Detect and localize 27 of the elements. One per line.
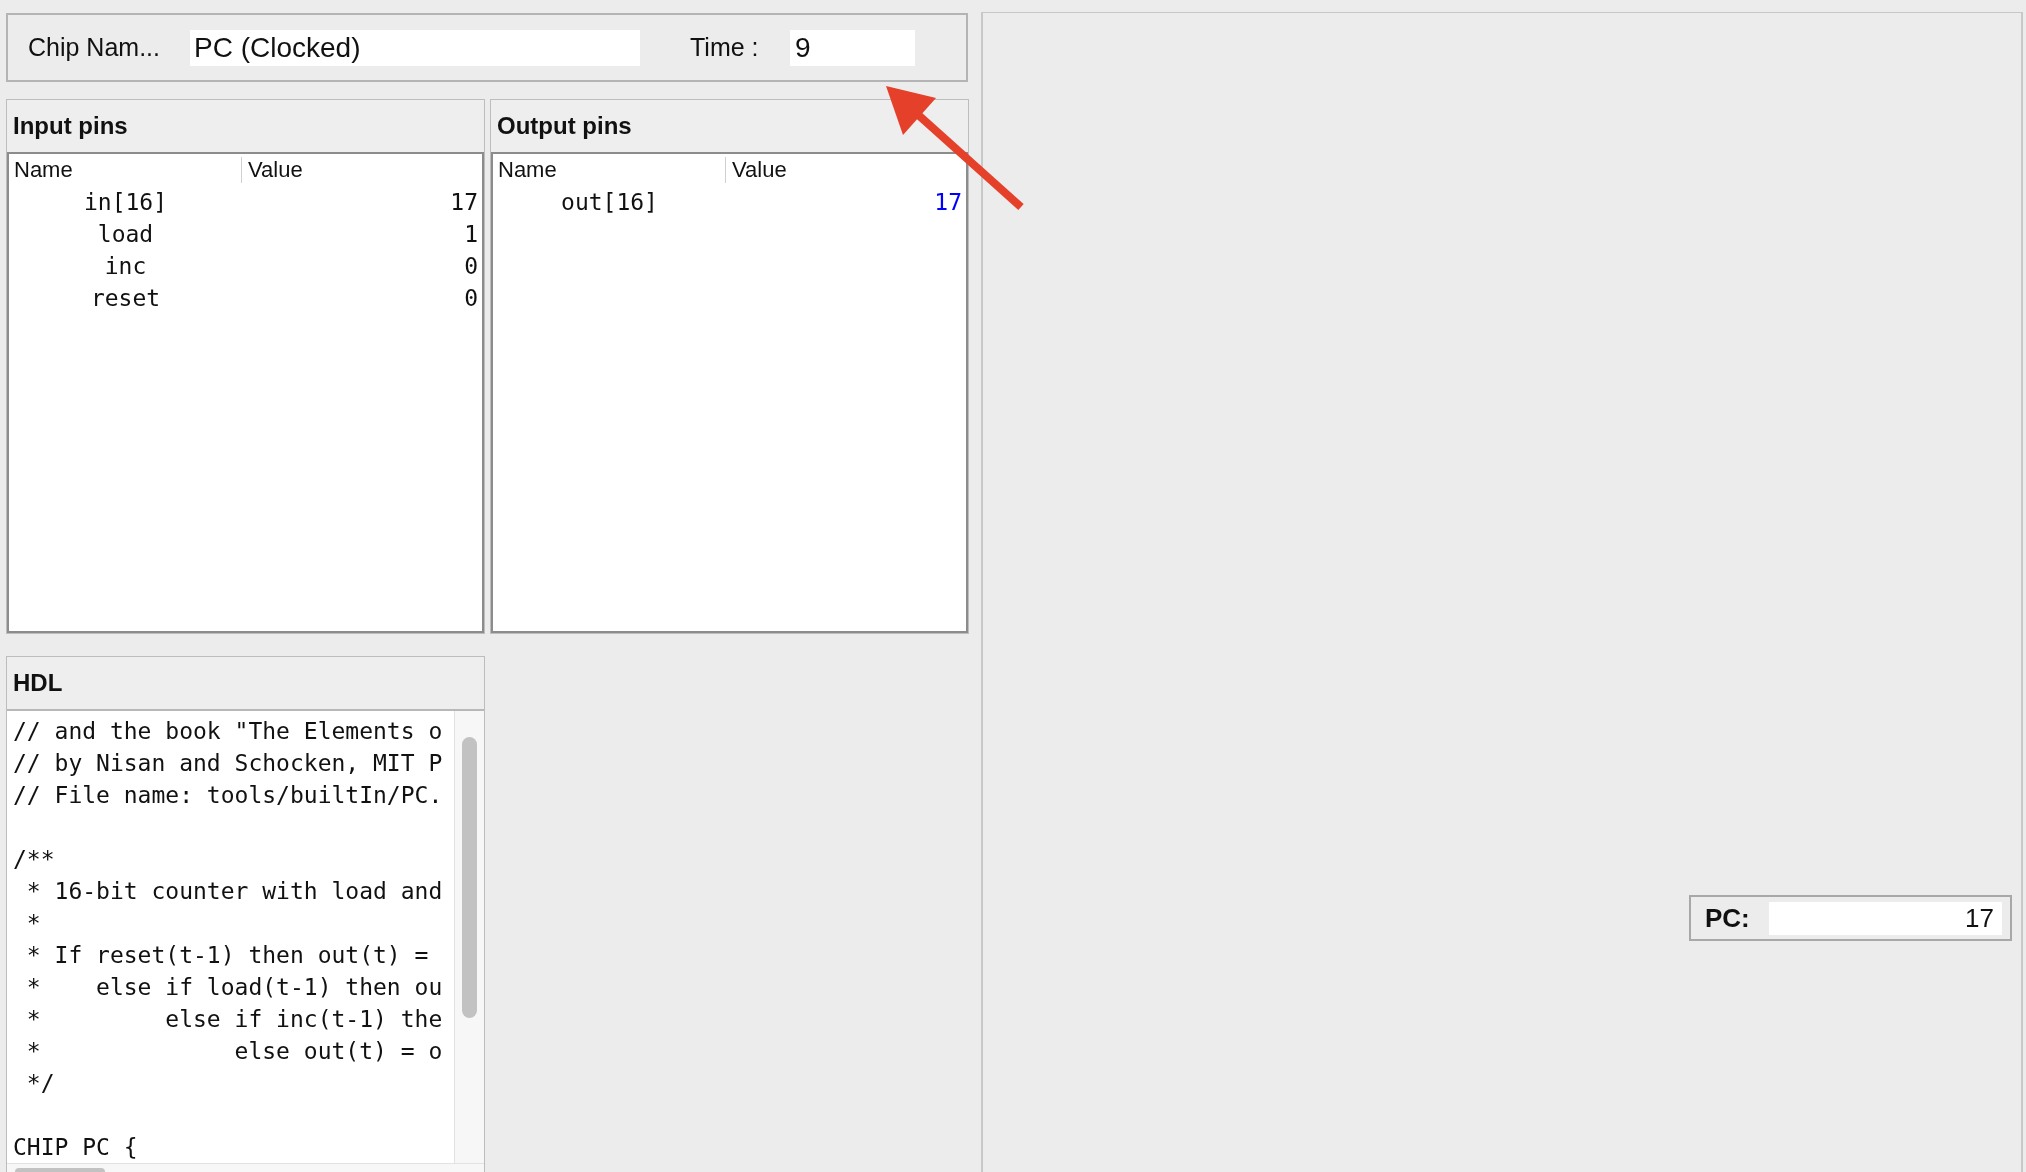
- register-label: PC:: [1705, 901, 1751, 935]
- panel-title: Output pins: [497, 111, 632, 141]
- table-cell-text: out[16]: [560, 187, 659, 217]
- vertical-scrollbar[interactable]: [454, 711, 484, 1163]
- chip-name-field[interactable]: PC (Clocked): [190, 29, 640, 66]
- panel-title: HDL: [13, 668, 63, 698]
- table-cell-text: 17: [933, 187, 963, 217]
- scrollbar-thumb[interactable]: [462, 737, 477, 1018]
- time-field[interactable]: 9: [790, 29, 915, 66]
- table-cell-text: 0: [463, 251, 479, 281]
- column-header[interactable]: Value: [242, 157, 482, 183]
- table-cell-text: 17: [449, 187, 479, 217]
- register-value-field[interactable]: 17: [1769, 901, 2002, 935]
- panel-title: Input pins: [13, 111, 128, 141]
- column-header[interactable]: Name: [9, 157, 242, 183]
- table-cell-text: inc: [103, 251, 148, 281]
- table-cell-text: load: [96, 219, 155, 249]
- column-header[interactable]: Value: [726, 157, 966, 183]
- table-cell-text: in[16]: [82, 187, 169, 217]
- chip-name-label: Chip Nam...: [28, 31, 161, 63]
- hdl-code: // and the book "The Elements o // by Nisan and Schocken, MIT P // File name: tools/builtIn/PC. /** * 16-bit counter with load and * * If reset(t-1) then out(t) = * else if load(t-1) then ou * else if inc(t-1) the * else out(t) = o */ CHIP PC {: [12, 717, 444, 1162]
- table-cell-text: 0: [463, 283, 479, 313]
- table-cell-text: 1: [463, 219, 479, 249]
- scrollbar-thumb[interactable]: [15, 1168, 105, 1172]
- time-label: Time :: [690, 31, 760, 63]
- column-header[interactable]: Name: [493, 157, 726, 183]
- table-cell-text: reset: [89, 283, 162, 313]
